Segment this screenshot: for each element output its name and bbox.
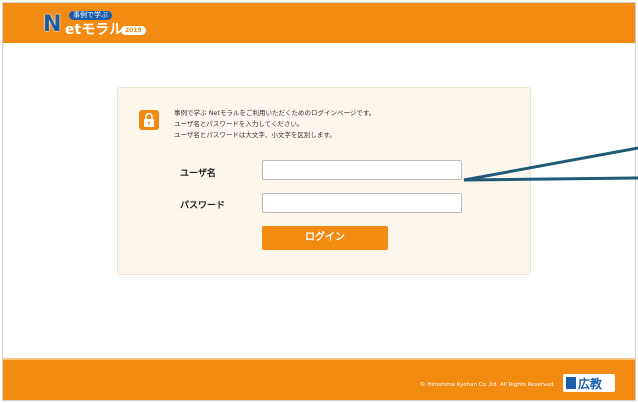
logo-year: 2019	[121, 26, 146, 35]
copyright-text: © Hiroshima Kyohan Co.,ltd. All Rights R…	[420, 382, 555, 388]
logo-letter: N	[43, 12, 62, 37]
header-bar: N 事例で学ぶ etモラル 2019	[3, 3, 635, 43]
app-logo: N 事例で学ぶ etモラル 2019	[43, 11, 183, 38]
brand-mark-icon	[566, 377, 576, 389]
login-panel: 事例で学ぶ Netモラルをご利用いただくためのログインページです。 ユーザ名とパ…	[117, 87, 531, 275]
login-instructions: 事例で学ぶ Netモラルをご利用いただくためのログインページです。 ユーザ名とパ…	[174, 108, 375, 141]
instruction-line: ユーザ名とパスワードは大文字、小文字を区別します。	[174, 131, 336, 139]
username-input[interactable]	[262, 160, 462, 180]
page-frame: N 事例で学ぶ etモラル 2019 事例で学ぶ Netモラルをご利用いただくた…	[2, 2, 636, 401]
password-input[interactable]	[262, 193, 462, 213]
footer-bar: © Hiroshima Kyohan Co.,ltd. All Rights R…	[3, 360, 635, 400]
username-label: ユーザ名	[180, 169, 216, 179]
logo-text: etモラル	[65, 22, 124, 38]
instruction-line: ユーザ名とパスワードを入力してください。	[174, 120, 304, 128]
lock-icon	[139, 110, 159, 130]
brand-name: 広教	[578, 377, 603, 391]
brand-logo: 広教	[563, 374, 615, 392]
instruction-line: 事例で学ぶ Netモラルをご利用いただくためのログインページです。	[174, 109, 376, 117]
password-label: パスワード	[180, 201, 226, 211]
login-button[interactable]: ログイン	[262, 226, 388, 250]
